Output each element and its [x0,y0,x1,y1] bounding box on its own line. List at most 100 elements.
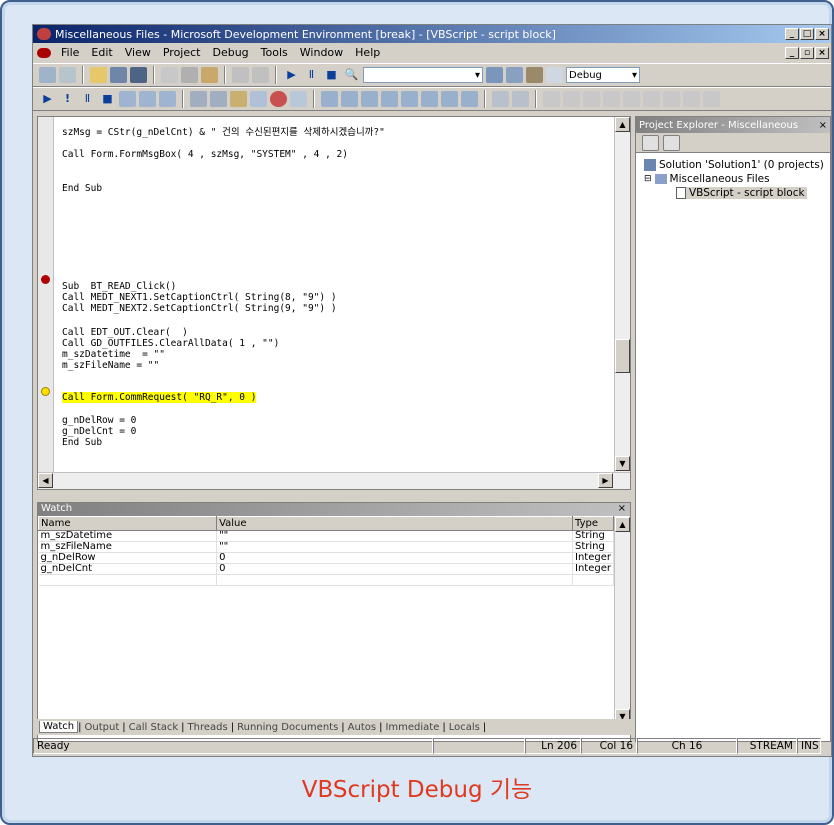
watch-scroll-up-button[interactable]: ▲ [615,517,630,532]
breakpoint-icon[interactable] [270,91,287,107]
menu-help[interactable]: Help [353,46,382,59]
form-icon-6[interactable] [421,91,438,107]
code-editor[interactable]: szMsg = CStr(g_nDelCnt) & " 건의 수신된편지를 삭제… [37,116,631,490]
menu-debug[interactable]: Debug [210,46,250,59]
code-line[interactable]: End Sub [62,437,102,448]
minimize-button[interactable]: _ [785,28,799,40]
close-button[interactable]: × [815,28,829,40]
tab-watch[interactable]: Watch [39,721,79,733]
cut-icon[interactable] [161,67,178,83]
code-line[interactable]: Call GD_OUTFILES.ClearAllData( 1 , "") [62,338,279,349]
watch-close-icon[interactable]: × [618,503,626,516]
break-all-icon[interactable]: Ⅱ [303,67,320,83]
form-icon-5[interactable] [401,91,418,107]
code-line[interactable]: Sub BT_READ_Click() [62,281,176,292]
menu-edit[interactable]: Edit [89,46,114,59]
code-line[interactable]: Call Form.CommRequest( "RQ_R", 0 ) [62,392,257,403]
watch-name[interactable]: m_szDatetime [38,530,218,542]
continue-small-icon[interactable]: ▶ [39,91,56,107]
code-line[interactable]: Call MEDT_NEXT1.SetCaptionCtrl( String(8… [62,292,337,303]
step-over-icon[interactable] [139,91,156,107]
watch-row[interactable]: g_nDelRow 0 Integer [38,552,614,564]
menu-project[interactable]: Project [161,46,203,59]
menu-tools[interactable]: Tools [259,46,290,59]
form-icon-3[interactable] [361,91,378,107]
scroll-right-button[interactable]: ▶ [598,473,613,488]
hand-icon[interactable] [230,91,247,107]
layout-icon-1[interactable] [492,91,509,107]
tab-call-stack[interactable]: Call Stack [126,722,182,733]
properties-page-icon[interactable] [642,134,659,151]
step-into-icon[interactable] [119,91,136,107]
scroll-left-button[interactable]: ◀ [38,473,53,488]
form-icon-8[interactable] [461,91,478,107]
column-value[interactable]: Value [216,516,574,531]
breakpoint-marker-icon[interactable] [41,275,50,284]
control-icon-4[interactable] [603,91,620,107]
watch-vertical-scrollbar[interactable]: ▲ ▼ [614,517,630,725]
tab-threads[interactable]: Threads [185,722,231,733]
watch-type[interactable]: String [572,530,614,542]
scroll-down-button[interactable]: ▼ [615,456,630,471]
save-icon[interactable] [110,67,127,83]
watch-row[interactable]: m_szFileName "" String [38,541,614,553]
undo-icon[interactable] [232,67,249,83]
maximize-button[interactable]: □ [800,28,814,40]
form-icon-4[interactable] [381,91,398,107]
watch-name[interactable]: m_szFileName [38,541,218,553]
control-icon-5[interactable] [623,91,640,107]
control-icon-2[interactable] [563,91,580,107]
project-explorer-close-icon[interactable]: × [819,120,827,131]
add-item-icon[interactable] [59,67,76,83]
new-project-icon[interactable] [39,67,56,83]
scroll-thumb[interactable] [615,339,630,373]
control-icon-3[interactable] [583,91,600,107]
step-out-icon[interactable] [159,91,176,107]
tab-output[interactable]: Output [82,722,123,733]
editor-vertical-scrollbar[interactable]: ▲ ▼ [614,117,630,473]
watch-name[interactable]: g_nDelRow [38,552,218,564]
menu-file[interactable]: File [59,46,81,59]
watch-value[interactable]: "" [216,530,574,542]
open-icon[interactable] [90,67,107,83]
tab-autos[interactable]: Autos [345,722,379,733]
app-menu-icon[interactable] [37,47,51,58]
column-type[interactable]: Type [572,516,614,531]
break-icon[interactable]: Ⅱ [79,91,96,107]
watch-empty-row[interactable] [38,574,614,586]
watch-empty-cell[interactable] [38,574,218,586]
watch-empty-cell[interactable] [216,574,574,586]
code-line[interactable]: Call EDT_OUT.Clear( ) [62,327,188,338]
document-icon[interactable] [290,91,307,107]
form-icon-1[interactable] [321,91,338,107]
watch-type[interactable]: Integer [572,552,614,564]
code-line[interactable]: m_szFileName = "" [62,360,159,371]
code-line[interactable]: End Sub [62,183,102,194]
configuration-combo[interactable]: Debug ▾ [566,67,640,83]
properties-icon[interactable] [506,67,523,83]
copy-icon[interactable] [181,67,198,83]
column-name[interactable]: Name [37,516,218,531]
code-line[interactable]: Call MEDT_NEXT2.SetCaptionCtrl( String(9… [62,303,337,314]
code-line[interactable]: m_szDatetime = "" [62,349,165,360]
watch-type[interactable]: Integer [572,563,614,575]
watch-name[interactable]: g_nDelCnt [38,563,218,575]
control-icon-1[interactable] [543,91,560,107]
collapse-icon[interactable]: ⊟ [644,174,652,184]
editor-horizontal-scrollbar[interactable]: ◀ ▶ [38,472,630,489]
toolbox-icon[interactable] [526,67,543,83]
watch-row[interactable]: m_szDatetime "" String [38,530,614,542]
watch-row[interactable]: g_nDelCnt 0 Integer [38,563,614,575]
show-all-files-icon[interactable] [663,134,680,151]
doc-minimize-button[interactable]: _ [785,46,799,59]
scroll-up-button[interactable]: ▲ [615,117,630,132]
tab-immediate[interactable]: Immediate [382,722,442,733]
stop-debug-icon[interactable]: ■ [99,91,116,107]
paste-icon[interactable] [201,67,218,83]
outdent-icon[interactable] [210,91,227,107]
watch-value[interactable]: 0 [216,563,574,575]
menu-view[interactable]: View [123,46,153,59]
indent-icon[interactable] [190,91,207,107]
doc-restore-button[interactable]: ▫ [800,46,814,59]
watch-value[interactable]: "" [216,541,574,553]
